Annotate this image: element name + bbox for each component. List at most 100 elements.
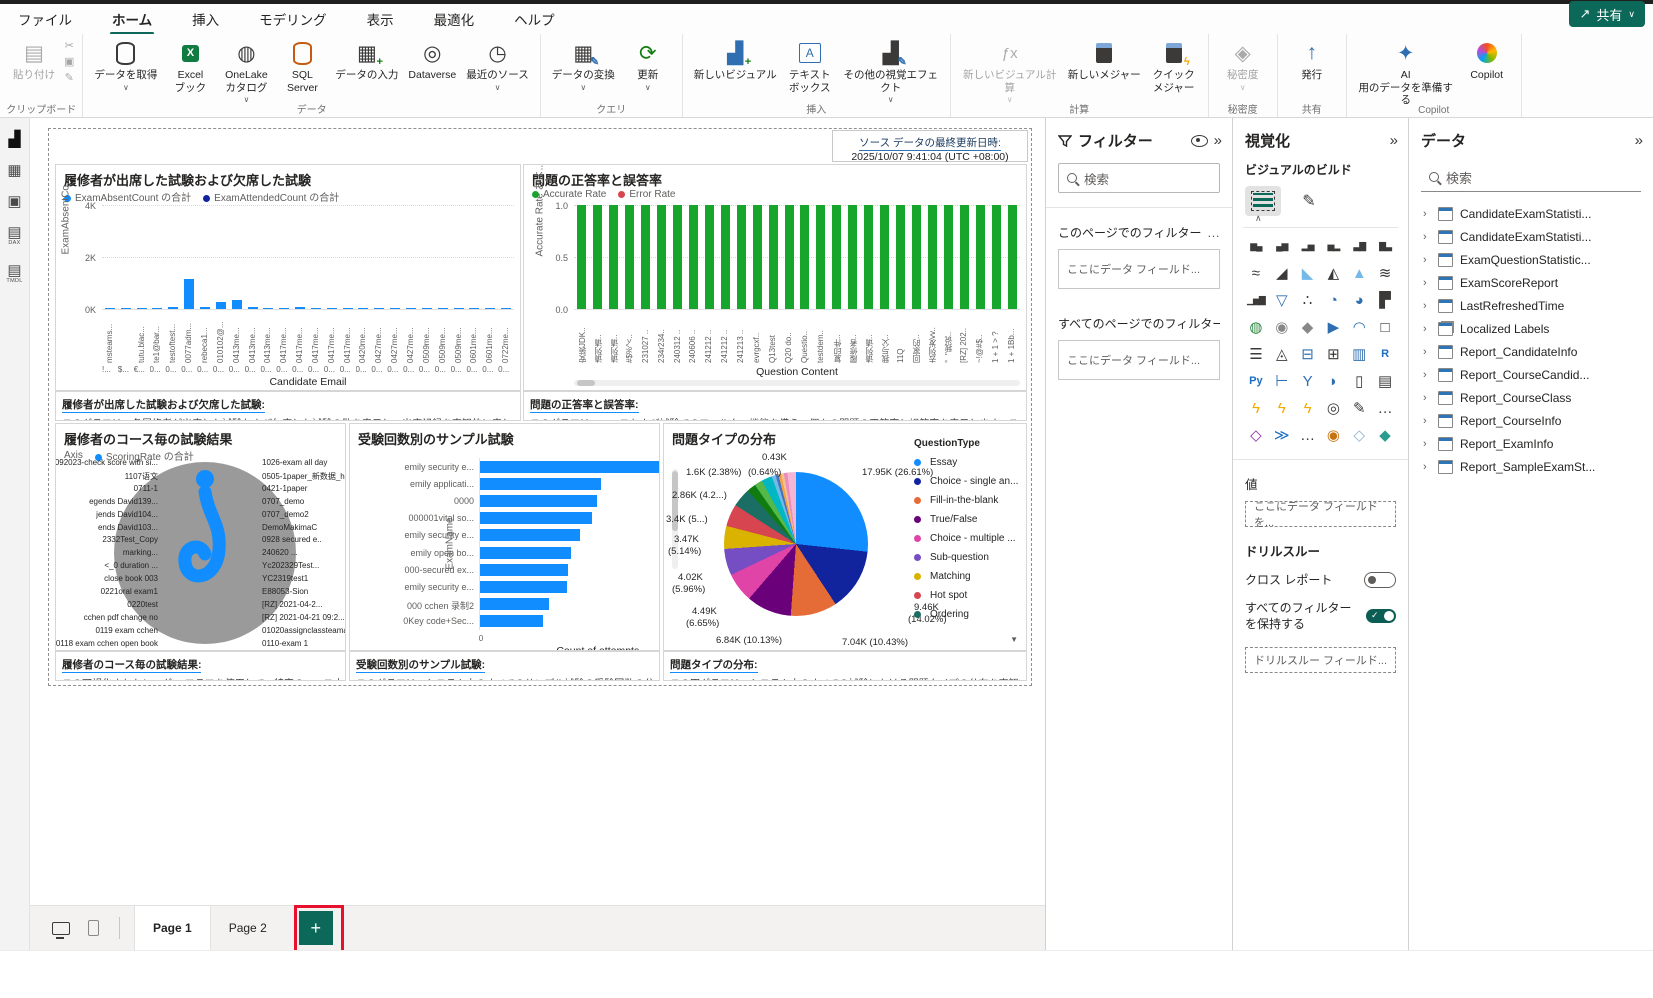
menu-tab-挿入[interactable]: 挿入 — [190, 5, 221, 33]
bar-0417me...[interactable] — [279, 308, 289, 309]
tab-build-visual[interactable] — [1245, 186, 1281, 216]
ribbon-button-excel[interactable]: Excel ブック — [162, 37, 218, 96]
menu-tab-ヘルプ[interactable]: ヘルプ — [512, 5, 557, 33]
ribbon-button-recent-sources[interactable]: ◷最近のソース∨ — [461, 37, 533, 94]
visual-accuracy-error-bar-chart[interactable]: 問題の正答率と誤答率 Accurate RateError Rate Accur… — [523, 164, 1027, 391]
visual-course-exam-radar-chart[interactable]: 履修者のコース毎の試験結果 AxisScoringRate の合計 180920… — [55, 423, 346, 651]
bar-我与父..[interactable] — [880, 205, 889, 309]
textbox-note-pie[interactable]: 問題タイプの分布:この円グラフは、システム内のすべての試験における問題タイプの分… — [663, 651, 1027, 681]
bar-241212 ..[interactable] — [705, 205, 714, 309]
filter-search-input[interactable]: 検索 — [1058, 163, 1220, 193]
bar-0413me...[interactable] — [248, 307, 258, 309]
textbox-note-chart1[interactable]: 履修者が出席した試験および欠席した試験:このグラフは、各履修者が出席した試験およ… — [55, 391, 521, 421]
menu-tab-モデリング[interactable]: モデリング — [257, 5, 329, 33]
bar-请列请..[interactable] — [593, 205, 602, 309]
bar-去列发vv..[interactable] — [928, 205, 937, 309]
bar-回家的..[interactable] — [912, 205, 921, 309]
hbar-000 cchen 录制2[interactable] — [480, 598, 549, 610]
gallery-decomposition-tree-icon[interactable]: Y — [1295, 371, 1321, 391]
gallery-ribbon-chart-icon[interactable]: ≋ — [1372, 263, 1398, 283]
bar-0417me...[interactable] — [311, 308, 321, 309]
legend-scroll-down-icon[interactable]: ▼ — [1010, 635, 1018, 644]
gallery-stacked-column-chart-icon[interactable]: ▄▆ — [1269, 236, 1295, 256]
share-button[interactable]: ↗ 共有 ∨ — [1569, 1, 1645, 27]
bar-履修者..[interactable] — [848, 205, 857, 309]
chevron-right-icon[interactable]: › — [1423, 392, 1431, 404]
all-pages-filter-dropzone[interactable]: ここにデータ フィールド... — [1058, 340, 1220, 380]
field-table-Report_CourseInfo[interactable]: ›Report_CourseInfo — [1409, 409, 1653, 432]
chevron-right-icon[interactable]: › — [1423, 438, 1431, 450]
collapse-pane-icon[interactable]: » — [1214, 132, 1222, 149]
hbar-emily security e...[interactable] — [480, 581, 567, 593]
ribbon-button-publish[interactable]: ↑発行 — [1284, 37, 1340, 84]
ribbon-button-prepare-data-ai[interactable]: ✦AI 用のデータを準備する — [1353, 37, 1459, 109]
legend-item[interactable]: Hot spot — [914, 586, 1018, 605]
gallery-power-apps-icon[interactable]: ◇ — [1243, 425, 1269, 445]
gallery-line-clustered-column-chart-icon[interactable]: ▲ — [1346, 263, 1372, 283]
rail-report-view[interactable]: ▟ — [9, 132, 21, 147]
bar-010102@...[interactable] — [216, 302, 226, 309]
gallery-clustered-column-chart-icon[interactable]: ▅▂ — [1321, 236, 1347, 256]
ribbon-button-new-visual[interactable]: ▟+新しいビジュアル — [689, 37, 782, 84]
bar-请列请..[interactable] — [864, 205, 873, 309]
collapse-pane-icon[interactable]: » — [1390, 132, 1398, 149]
bar-0509me...[interactable] — [422, 308, 432, 309]
bar-0420me...[interactable] — [358, 308, 368, 309]
bar-0601me...[interactable] — [469, 308, 479, 309]
ribbon-button-more-visuals[interactable]: ▟✎その他の視覚エフェクト∨ — [838, 37, 944, 106]
ribbon-button-new-measure[interactable]: 新しいメジャー — [1063, 37, 1146, 84]
bar-#$%^<..[interactable] — [625, 205, 634, 309]
chevron-right-icon[interactable]: › — [1423, 300, 1431, 312]
bar-11Q[interactable] — [896, 205, 905, 309]
bar-Questio..[interactable] — [800, 205, 809, 309]
ribbon-button-dataverse[interactable]: ◎Dataverse — [403, 37, 461, 84]
hbar-emily open bo...[interactable] — [480, 547, 571, 559]
gallery-pie-chart-icon[interactable]: ◔ — [1321, 290, 1347, 310]
ribbon-button-copilot[interactable]: Copilot — [1459, 37, 1515, 84]
format-painter-icon[interactable]: ✎ — [64, 71, 74, 84]
desktop-layout-icon[interactable] — [52, 922, 70, 935]
bar-0601me...[interactable] — [485, 308, 495, 309]
collapse-pane-icon[interactable]: » — [1635, 132, 1643, 149]
bar-0509me...[interactable] — [438, 308, 448, 309]
legend-item[interactable]: Ordering — [914, 605, 1018, 624]
hbar-emily security e...[interactable] — [480, 461, 660, 473]
gallery-kpi-icon[interactable]: ◬ — [1269, 344, 1295, 364]
gallery-slicer-icon[interactable]: ⊟ — [1295, 344, 1321, 364]
bar-testoftest...[interactable] — [168, 307, 178, 309]
gallery-metrics-icon[interactable]: ◎ — [1321, 398, 1347, 418]
report-canvas[interactable]: ソース データの最終更新日時: 2025/10/07 9:41:04 (UTC … — [30, 118, 1045, 905]
bar-Q20 do..[interactable] — [785, 205, 794, 309]
hbar-000-secured ex...[interactable] — [480, 564, 568, 576]
visual-attended-absent-exams-bar-chart[interactable]: 履修者が出席した試験および欠席した試験 ExamAbsentCount の合計E… — [55, 164, 521, 391]
gallery-quick-calc-2-icon[interactable]: ϟ — [1269, 398, 1295, 418]
values-field-dropzone[interactable]: ここにデータ フィールドを... — [1245, 501, 1396, 527]
page-tab-Page 2[interactable]: Page 2 — [211, 906, 285, 951]
add-page-button[interactable]: + — [299, 911, 333, 945]
visual-question-type-pie-chart[interactable]: 問題タイプの分布 0.43K1.6K (2.38%)(0.64%)17.95K … — [663, 423, 1027, 651]
bar-Q13test[interactable] — [769, 205, 778, 309]
menu-tab-ファイル[interactable]: ファイル — [16, 5, 74, 33]
bar-231027 ..[interactable] — [641, 205, 650, 309]
gallery-map-icon[interactable]: ◍ — [1243, 317, 1269, 337]
gallery-100-stacked-column-chart-icon[interactable]: ▇▃ — [1372, 236, 1398, 256]
bar-请列请..[interactable] — [609, 205, 618, 309]
mobile-layout-icon[interactable] — [88, 920, 99, 936]
menu-tab-表示[interactable]: 表示 — [365, 5, 396, 33]
page-filter-dropzone[interactable]: ここにデータ フィールド... — [1058, 249, 1220, 289]
bar-0427me...[interactable] — [390, 308, 400, 309]
bar-testdem..[interactable] — [816, 205, 825, 309]
last-refresh-textbox[interactable]: ソース データの最終更新日時: 2025/10/07 9:41:04 (UTC … — [832, 130, 1028, 162]
gallery-key-influencers-icon[interactable]: ⊢ — [1269, 371, 1295, 391]
gallery-line-stacked-column-chart-icon[interactable]: ◭ — [1321, 263, 1347, 283]
gallery-card-icon[interactable]: □ — [1372, 317, 1398, 337]
bar-1 + 1 > ?[interactable] — [992, 205, 1001, 309]
textbox-note-hbar[interactable]: 受験回数別のサンプル試験:このグラフは、システム内のすべてのサンプル試験の受験回… — [349, 651, 660, 681]
more-options-icon[interactable]: … — [1207, 225, 1220, 240]
gallery-table-icon[interactable]: ⊞ — [1321, 344, 1347, 364]
gallery-filled-map-icon[interactable]: ◉ — [1269, 317, 1295, 337]
field-table-Report_CandidateInfo[interactable]: ›Report_CandidateInfo — [1409, 340, 1653, 363]
chevron-right-icon[interactable]: › — [1423, 346, 1431, 358]
gallery-custom-visual-pentagon-icon[interactable]: ◇ — [1346, 425, 1372, 445]
gallery-gauge-icon[interactable]: ◠ — [1346, 317, 1372, 337]
